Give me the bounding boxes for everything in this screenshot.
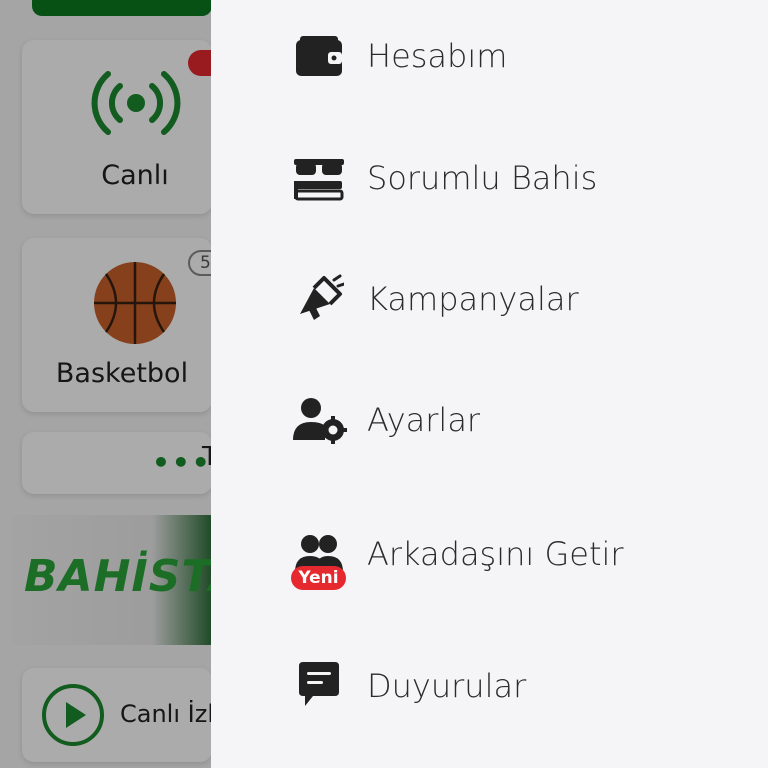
- menu-label-announcements: Duyurular: [367, 667, 527, 705]
- menu-label-settings: Ayarlar: [367, 401, 481, 439]
- menu-label-account: Hesabım: [367, 37, 508, 75]
- menu-label-responsible-gaming: Sorumlu Bahis: [367, 159, 598, 197]
- menu-label-invite-friends: Arkadaşını Getir: [367, 535, 624, 573]
- menu-label-campaigns: Kampanyalar: [367, 280, 579, 318]
- menu-item-announcements[interactable]: Duyurular: [211, 640, 768, 730]
- user-settings-icon: [291, 392, 347, 448]
- menu-item-campaigns[interactable]: Kampanyalar: [211, 255, 768, 345]
- responsible-gaming-icon: [291, 150, 347, 206]
- wallet-icon: [291, 28, 347, 84]
- menu-item-settings[interactable]: Ayarlar: [211, 376, 768, 466]
- navigation-drawer: Hesabım Sorumlu Bahis Kampanyalar Ayarla…: [211, 0, 768, 768]
- announcement-icon: [291, 656, 347, 712]
- menu-item-responsible-gaming[interactable]: Sorumlu Bahis: [211, 134, 768, 224]
- new-badge: Yeni: [291, 566, 346, 590]
- menu-item-invite-friends[interactable]: Arkadaşını Getir Yeni: [211, 508, 768, 598]
- menu-item-account[interactable]: Hesabım: [211, 12, 768, 102]
- megaphone-icon: [291, 271, 347, 327]
